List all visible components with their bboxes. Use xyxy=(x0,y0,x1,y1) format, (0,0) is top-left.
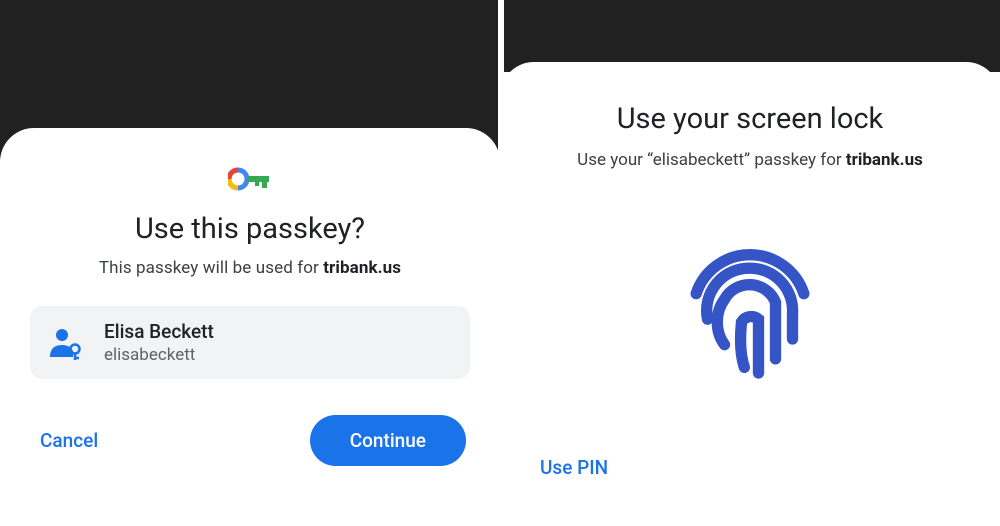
passkey-selection-screen: Use this passkey? This passkey will be u… xyxy=(0,0,500,526)
subtitle-mid: passkey for xyxy=(750,150,846,170)
action-button-row: Cancel Continue xyxy=(28,415,472,466)
subtitle-domain: tribank.us xyxy=(323,258,401,278)
account-text-block: Elisa Beckett elisabeckett xyxy=(104,320,214,365)
passkey-account-card[interactable]: Elisa Beckett elisabeckett xyxy=(30,306,470,379)
subtitle-prefix: This passkey will be used for xyxy=(99,258,323,278)
user-passkey-icon xyxy=(48,325,84,361)
sheet-subtitle: Use your “elisabeckett” passkey for trib… xyxy=(528,150,972,170)
fingerprint-icon[interactable] xyxy=(665,220,835,390)
screen-divider xyxy=(498,0,504,526)
sheet-title: Use this passkey? xyxy=(28,212,472,246)
subtitle-prefix: Use your xyxy=(577,150,647,170)
sheet-title: Use your screen lock xyxy=(528,102,972,136)
continue-button[interactable]: Continue xyxy=(310,415,466,466)
account-display-name: Elisa Beckett xyxy=(104,320,214,343)
action-button-row: Use PIN xyxy=(528,446,972,489)
account-username: elisabeckett xyxy=(104,345,214,365)
subtitle-username-quoted: “elisabeckett” xyxy=(647,150,750,170)
cancel-button[interactable]: Cancel xyxy=(34,419,104,462)
bottom-sheet: Use this passkey? This passkey will be u… xyxy=(0,128,500,526)
passkey-key-icon xyxy=(228,166,272,192)
sheet-subtitle: This passkey will be used for tribank.us xyxy=(28,258,472,278)
screen-lock-screen: Use your screen lock Use your “elisabeck… xyxy=(500,0,1000,526)
bottom-sheet: Use your screen lock Use your “elisabeck… xyxy=(500,62,1000,526)
subtitle-domain: tribank.us xyxy=(846,150,923,170)
use-pin-button[interactable]: Use PIN xyxy=(534,446,614,489)
